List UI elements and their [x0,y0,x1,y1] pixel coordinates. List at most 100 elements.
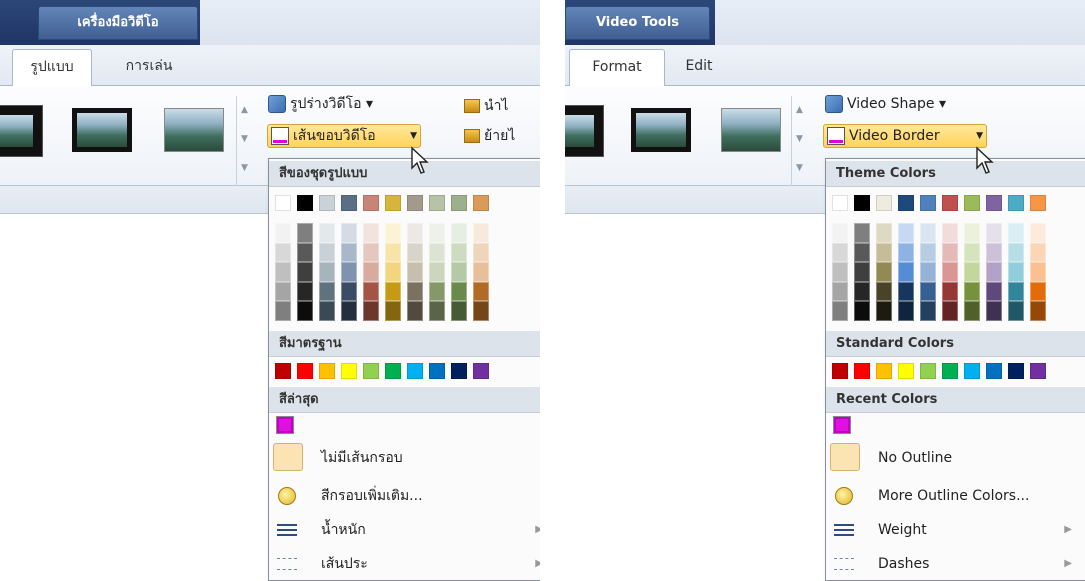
color-swatch[interactable] [876,363,892,379]
color-swatch[interactable] [451,281,467,302]
color-swatch[interactable] [363,281,379,302]
color-swatch[interactable] [385,223,401,243]
color-swatch[interactable] [429,223,445,243]
menu-item-dashes[interactable]: Dashes ▶ [826,547,1085,581]
color-swatch[interactable] [1008,363,1024,379]
color-swatch[interactable] [429,262,445,282]
color-swatch[interactable] [297,223,313,243]
color-swatch[interactable] [275,301,291,321]
color-swatch[interactable] [1030,223,1046,243]
scroll-down-icon[interactable]: ▼ [237,125,252,154]
color-swatch[interactable] [451,363,467,379]
color-swatch[interactable] [898,301,914,321]
color-swatch[interactable] [854,262,870,282]
video-style-thumb-3[interactable] [721,108,781,152]
color-swatch[interactable] [473,195,489,211]
color-swatch[interactable] [341,223,357,243]
color-swatch[interactable] [854,242,870,263]
video-style-thumb-3[interactable] [164,108,224,152]
color-swatch[interactable] [942,223,958,243]
color-swatch[interactable] [385,242,401,263]
send-backward-button[interactable]: ย้ายไ [464,124,515,148]
color-swatch[interactable] [407,363,423,379]
color-swatch[interactable] [920,301,936,321]
color-swatch[interactable] [275,281,291,302]
color-swatch[interactable] [898,281,914,302]
color-swatch[interactable] [385,363,401,379]
color-swatch[interactable] [473,281,489,302]
color-swatch[interactable] [473,363,489,379]
color-swatch[interactable] [319,195,335,211]
color-swatch[interactable] [942,363,958,379]
color-swatch[interactable] [986,223,1002,243]
video-shape-button[interactable]: Video Shape ▾ [825,92,946,116]
color-swatch[interactable] [429,281,445,302]
contextual-tab-video-tools[interactable]: Video Tools [565,6,710,40]
color-swatch[interactable] [920,242,936,263]
color-swatch[interactable] [920,195,936,211]
color-swatch[interactable] [341,195,357,211]
color-swatch[interactable] [986,281,1002,302]
color-swatch[interactable] [363,262,379,282]
color-swatch[interactable] [876,301,892,321]
video-shape-button[interactable]: รูปร่างวิดีโอ ▾ [268,92,373,116]
color-swatch[interactable] [275,262,291,282]
color-swatch[interactable] [876,281,892,302]
color-swatch[interactable] [275,363,291,379]
color-swatch[interactable] [876,262,892,282]
tab-edit[interactable]: Edit [669,49,729,86]
color-swatch[interactable] [319,242,335,263]
color-swatch[interactable] [876,223,892,243]
menu-item-more-colors[interactable]: สีกรอบเพิ่มเติม... [269,479,540,513]
color-swatch[interactable] [407,223,423,243]
color-swatch[interactable] [1030,262,1046,282]
color-swatch[interactable] [451,195,467,211]
color-swatch[interactable] [319,262,335,282]
color-swatch[interactable] [942,242,958,263]
menu-item-no-outline[interactable]: ไม่มีเส้นกรอบ [269,441,540,475]
color-swatch[interactable] [964,363,980,379]
color-swatch[interactable] [942,262,958,282]
color-swatch[interactable] [920,262,936,282]
tab-playback[interactable]: การเล่น [104,49,194,86]
scroll-up-icon[interactable]: ▲ [237,96,252,125]
color-swatch[interactable] [898,262,914,282]
color-swatch[interactable] [964,301,980,321]
color-swatch[interactable] [1030,195,1046,211]
gallery-more-icon[interactable]: ▼ [237,154,252,183]
color-swatch[interactable] [473,301,489,321]
color-swatch[interactable] [1008,223,1024,243]
color-swatch[interactable] [986,301,1002,321]
color-swatch[interactable] [297,242,313,263]
color-swatch[interactable] [341,281,357,302]
color-swatch[interactable] [429,301,445,321]
color-swatch[interactable] [964,281,980,302]
color-swatch[interactable] [451,262,467,282]
color-swatch[interactable] [407,262,423,282]
gallery-scroll[interactable]: ▲ ▼ ▼ [236,96,252,186]
gallery-scroll[interactable]: ▲ ▼ ▼ [791,96,807,186]
video-border-button[interactable]: Video Border ▼ [823,124,987,148]
color-swatch[interactable] [898,195,914,211]
color-swatch[interactable] [854,301,870,321]
color-swatch[interactable] [341,363,357,379]
gallery-more-icon[interactable]: ▼ [792,154,807,183]
color-swatch[interactable] [898,242,914,263]
color-swatch[interactable] [964,223,980,243]
color-swatch[interactable] [363,223,379,243]
color-swatch[interactable] [385,195,401,211]
color-swatch[interactable] [854,363,870,379]
color-swatch[interactable] [363,301,379,321]
color-swatch[interactable] [1008,301,1024,321]
color-swatch[interactable] [297,281,313,302]
color-swatch[interactable] [363,363,379,379]
color-swatch[interactable] [1008,262,1024,282]
color-swatch[interactable] [473,262,489,282]
color-swatch[interactable] [942,281,958,302]
color-swatch[interactable] [473,242,489,263]
bring-forward-button[interactable]: นำไ [464,94,508,118]
menu-item-more-colors[interactable]: More Outline Colors... [826,479,1085,513]
color-swatch[interactable] [297,363,313,379]
color-swatch[interactable] [341,301,357,321]
scroll-down-icon[interactable]: ▼ [792,125,807,154]
